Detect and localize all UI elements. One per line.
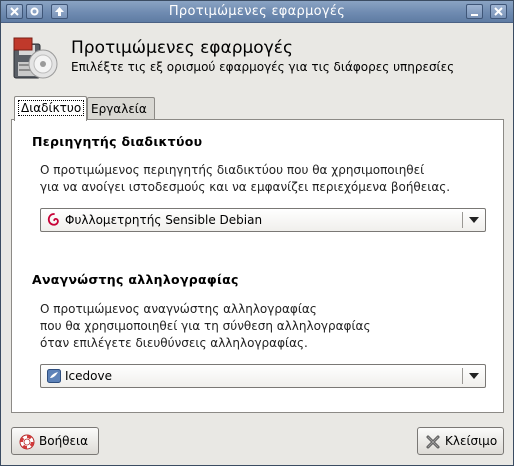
preferred-applications-icon — [13, 37, 58, 79]
close-icon — [494, 7, 503, 16]
header-title: Προτιμώμενες εφαρμογές — [71, 38, 293, 58]
combo-separator — [462, 212, 463, 228]
close-button-label: Κλείσιμο — [445, 434, 498, 448]
shade-button[interactable] — [51, 4, 68, 19]
combo-separator — [462, 368, 463, 384]
icedove-icon — [47, 369, 61, 383]
title-bar[interactable]: Προτιμώμενες εφαρμογές — [1, 1, 513, 23]
window-menu-button[interactable] — [6, 4, 23, 19]
browser-section-title: Περιηγητής διαδικτύου — [32, 134, 203, 149]
close-button[interactable] — [490, 4, 507, 19]
browser-description-line-2: για να ανοίγει ιστοδεσμούς και να εμφανί… — [40, 180, 451, 194]
mail-section-title: Αναγνώστης αλληλογραφίας — [32, 272, 239, 287]
tab-tools-label: Εργαλεία — [91, 102, 147, 116]
debian-swirl-icon — [47, 213, 59, 226]
mail-selected-value: Icedove — [65, 369, 112, 383]
stick-button[interactable] — [26, 4, 43, 19]
close-x-icon — [426, 435, 440, 449]
mail-combobox[interactable]: Icedove — [40, 364, 486, 388]
minimize-icon — [471, 14, 478, 16]
close-x-icon — [10, 7, 19, 16]
tab-tools[interactable]: Εργαλεία — [87, 97, 155, 120]
close-dialog-button[interactable]: Κλείσιμο — [417, 427, 504, 455]
tab-internet-label: Διαδίκτυο — [18, 100, 85, 116]
tab-internet[interactable]: Διαδίκτυο — [14, 96, 87, 121]
help-button[interactable]: Βοήθεια — [11, 427, 99, 455]
browser-selected-value: Φυλλομετρητής Sensible Debian — [65, 213, 263, 227]
window-title: Προτιμώμενες εφαρμογές — [168, 4, 346, 19]
mail-description-line-2: που θα χρησιμοποιηθεί για τη σύνθεση αλλ… — [40, 319, 371, 333]
header-subtitle: Επιλέξτε τις εξ ορισμού εφαρμογές για τι… — [71, 60, 455, 74]
dialog-header: Προτιμώμενες εφαρμογές Επιλέξτε τις εξ ο… — [1, 24, 513, 88]
arrow-up-icon — [55, 7, 64, 16]
help-button-label: Βοήθεια — [39, 434, 88, 448]
tab-panel-internet: Περιηγητής διαδικτύου Ο προτιμώμενος περ… — [11, 119, 504, 413]
mail-description-line-3: όταν επιλέγετε διευθύνσεις αλληλογραφίας… — [40, 336, 308, 350]
browser-description-line-1: Ο προτιμώμενος περιηγητής διαδικτύου που… — [40, 163, 425, 177]
mail-description-line-1: Ο προτιμώμενος αναγνώστης αλληλογραφίας — [40, 302, 317, 316]
circle-icon — [30, 7, 39, 16]
minimize-button[interactable] — [466, 4, 483, 19]
preferred-applications-window: Προτιμώμενες εφαρμογές Προτιμώμενες εφαρ… — [0, 0, 514, 466]
chevron-down-icon — [469, 217, 479, 223]
chevron-down-icon — [469, 373, 479, 379]
lifebuoy-help-icon — [19, 434, 35, 450]
browser-combobox[interactable]: Φυλλομετρητής Sensible Debian — [40, 208, 486, 232]
